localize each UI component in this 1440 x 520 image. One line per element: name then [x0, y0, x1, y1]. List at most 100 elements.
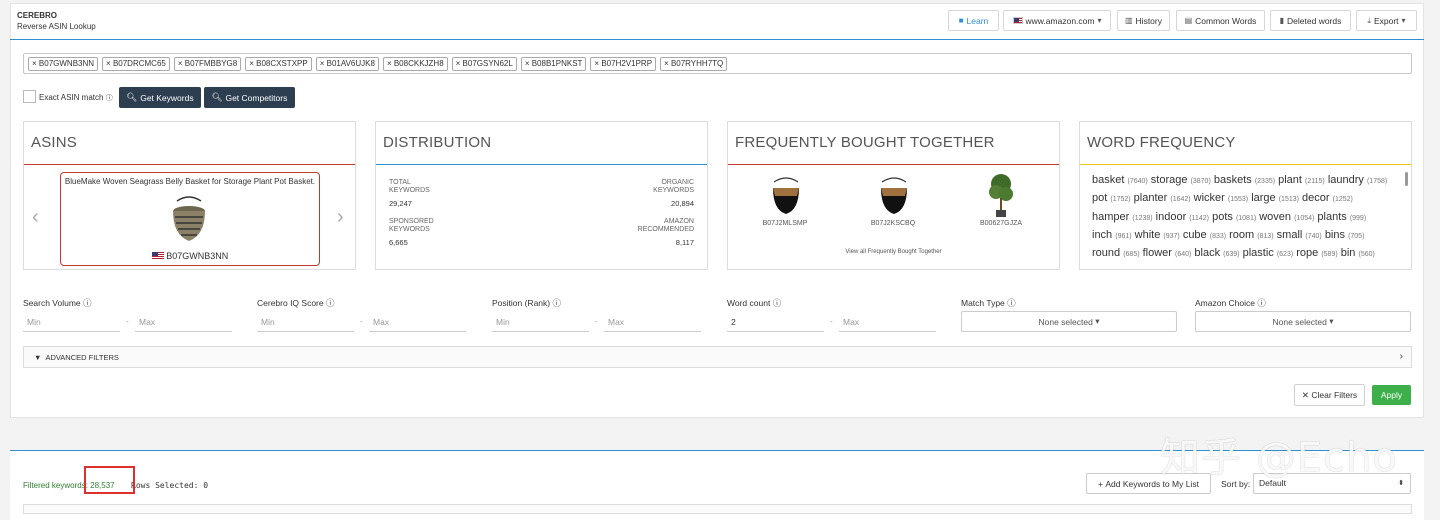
- word-count-max[interactable]: Max: [839, 314, 936, 332]
- cerebro-iq-min[interactable]: Min: [257, 314, 354, 332]
- word-item[interactable]: plastic (623): [1243, 247, 1294, 259]
- word-item[interactable]: indoor (1142): [1156, 211, 1209, 223]
- range-dash: -: [595, 317, 598, 326]
- word-item[interactable]: bin (560): [1341, 247, 1375, 259]
- export-button[interactable]: ⤓ Export ▾: [1356, 10, 1417, 31]
- range-dash: -: [830, 317, 833, 326]
- apply-button[interactable]: Apply: [1372, 385, 1411, 405]
- amazon-choice-select[interactable]: None selected ▾: [1195, 311, 1411, 332]
- advanced-filters-toggle[interactable]: ▼ ADVANCED FILTERS ›: [23, 346, 1412, 368]
- word-item[interactable]: rope (589): [1296, 247, 1337, 259]
- scrollbar[interactable]: [1405, 172, 1408, 186]
- asin-tag[interactable]: × B07H2V1PRP: [590, 56, 657, 71]
- asin-tag[interactable]: × B07GWNB3NN: [28, 56, 99, 71]
- fbt-product-image-1[interactable]: [770, 176, 802, 216]
- card-divider: [728, 164, 1059, 165]
- remove-tag-icon[interactable]: ×: [106, 59, 113, 68]
- total-keywords-value: 29,247: [389, 199, 412, 208]
- match-type-select[interactable]: None selected ▾: [961, 311, 1177, 332]
- remove-tag-icon[interactable]: ×: [525, 59, 532, 68]
- asin-tag[interactable]: × B08CXSTXPP: [245, 56, 312, 71]
- remove-tag-icon[interactable]: ×: [32, 59, 39, 68]
- word-item[interactable]: pots (1081): [1212, 211, 1256, 223]
- word-item[interactable]: storage (3870): [1151, 174, 1211, 186]
- search-volume-max[interactable]: Max: [135, 314, 232, 332]
- word-item[interactable]: basket (7640): [1092, 174, 1148, 186]
- common-words-button[interactable]: ▤ Common Words: [1176, 10, 1265, 31]
- search-volume-min[interactable]: Min: [23, 314, 120, 332]
- remove-tag-icon[interactable]: ×: [664, 59, 671, 68]
- deleted-words-label: Deleted words: [1287, 15, 1342, 26]
- position-max[interactable]: Max: [604, 314, 701, 332]
- word-item[interactable]: large (1513): [1251, 192, 1299, 204]
- product-asin: B07GWNB3NN: [61, 251, 319, 261]
- us-flag-icon: [151, 252, 164, 260]
- word-item[interactable]: baskets (2335): [1214, 174, 1275, 186]
- advanced-filters-label: ADVANCED FILTERS: [45, 352, 119, 362]
- word-item[interactable]: small (740): [1277, 229, 1322, 241]
- word-item[interactable]: plants (999): [1317, 211, 1366, 223]
- get-competitors-button[interactable]: 🔍︎ Get Competitors: [204, 87, 295, 108]
- organic-keywords-label: ORGANIC KEYWORDS: [653, 179, 694, 194]
- word-item[interactable]: bins (705): [1325, 229, 1365, 241]
- amazon-recommended-value: 8,117: [675, 238, 694, 247]
- fbt-product-image-3[interactable]: [986, 172, 1016, 218]
- fbt-asin-2[interactable]: B07J2KSCBQ: [858, 220, 928, 227]
- chevron-right-icon[interactable]: ›: [337, 206, 344, 229]
- cerebro-iq-max[interactable]: Max: [369, 314, 466, 332]
- word-cloud: basket (7640) storage (3870) baskets (23…: [1092, 172, 1400, 263]
- word-item[interactable]: room (813): [1229, 229, 1273, 241]
- distribution-title: DISTRIBUTION: [383, 134, 492, 151]
- word-item[interactable]: white (937): [1135, 229, 1180, 241]
- caret-down-icon: ▾: [1097, 16, 1102, 25]
- learn-label: Learn: [966, 15, 989, 26]
- fbt-asin-1[interactable]: B07J2MLSMP: [750, 220, 820, 227]
- help-icon: ⓘ: [83, 298, 92, 308]
- word-item[interactable]: plant (2115): [1278, 174, 1325, 186]
- view-all-fbt-link[interactable]: View all Frequently Bought Together: [728, 249, 1059, 255]
- header-divider: [10, 39, 1424, 40]
- asin-tag[interactable]: × B07FMBBYG8: [173, 56, 242, 71]
- word-item[interactable]: pot (1752): [1092, 192, 1131, 204]
- word-item[interactable]: planter (1642): [1134, 192, 1191, 204]
- word-item[interactable]: woven (1054): [1259, 211, 1314, 223]
- word-item[interactable]: flower (640): [1143, 247, 1192, 259]
- deleted-words-button[interactable]: ▮ Deleted words: [1270, 10, 1351, 31]
- asin-tag[interactable]: × B08B1PNKST: [520, 56, 587, 71]
- word-item[interactable]: hamper (1238): [1092, 211, 1153, 223]
- fbt-product-image-2[interactable]: [878, 176, 910, 216]
- marketplace-select[interactable]: www.amazon.com ▾: [1003, 10, 1111, 31]
- word-item[interactable]: decor (1252): [1302, 192, 1353, 204]
- word-item[interactable]: black (639): [1194, 247, 1239, 259]
- bookmark-icon: ▮: [1279, 16, 1285, 25]
- history-button[interactable]: ▥ History: [1117, 10, 1170, 31]
- asin-tag[interactable]: × B07RYHH7TQ: [660, 56, 728, 71]
- search-icon: 🔍︎: [211, 92, 223, 102]
- position-min[interactable]: Min: [492, 314, 589, 332]
- word-item[interactable]: cube (833): [1183, 229, 1226, 241]
- product-card[interactable]: BlueMake Woven Seagrass Belly Basket for…: [60, 172, 320, 266]
- chevron-left-icon[interactable]: ‹: [32, 206, 39, 229]
- us-flag-icon: [1012, 17, 1023, 24]
- remove-tag-icon[interactable]: ×: [178, 59, 185, 68]
- word-item[interactable]: wicker (1553): [1194, 192, 1248, 204]
- common-words-label: Common Words: [1195, 15, 1257, 26]
- clear-filters-button[interactable]: ✕ Clear Filters: [1294, 384, 1365, 406]
- exact-asin-checkbox[interactable]: [23, 90, 36, 103]
- learn-button[interactable]: ■ Learn: [948, 10, 999, 31]
- word-item[interactable]: inch (961): [1092, 229, 1132, 241]
- remove-tag-icon[interactable]: ×: [456, 59, 463, 68]
- word-count-min[interactable]: 2: [727, 314, 824, 332]
- word-item[interactable]: laundry (1758): [1328, 174, 1387, 186]
- get-keywords-button[interactable]: 🔍︎ Get Keywords: [119, 87, 201, 108]
- word-item[interactable]: round (685): [1092, 247, 1140, 259]
- fbt-asin-3[interactable]: B00627GJZA: [966, 220, 1036, 227]
- asin-tag[interactable]: × B07DRCMC65: [102, 56, 170, 71]
- asin-tag[interactable]: × B07GSYN62L: [451, 56, 517, 71]
- asin-tag[interactable]: × B01AV6UJK8: [315, 56, 379, 71]
- export-label: Export: [1373, 15, 1399, 26]
- asin-tag[interactable]: × B08CKKJZH8: [382, 56, 448, 71]
- remove-tag-icon[interactable]: ×: [387, 59, 394, 68]
- asin-tag-input[interactable]: × B07GWNB3NN × B07DRCMC65 × B07FMBBYG8 × B0…: [23, 53, 1412, 74]
- remove-tag-icon[interactable]: ×: [320, 59, 327, 68]
